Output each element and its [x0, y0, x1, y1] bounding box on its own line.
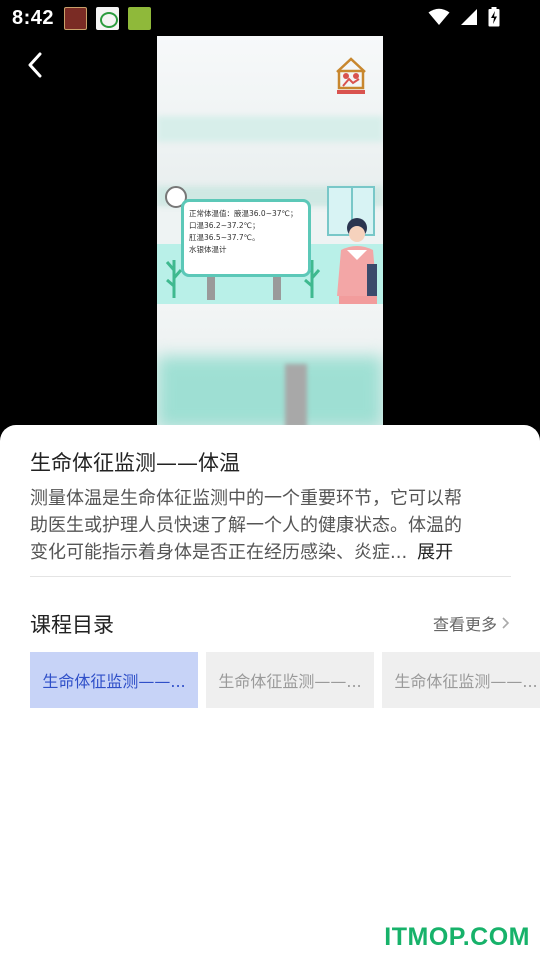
status-bar: 8:42	[0, 0, 540, 36]
signal-icon	[461, 9, 477, 25]
green-app-icon	[128, 6, 152, 30]
floor-blur	[157, 356, 383, 428]
board-leg	[207, 276, 215, 300]
board-line: 口温36.2~37.2℃；	[189, 221, 260, 230]
description-line: 测量体温是生命体征监测中的一个重要环节，它可以帮	[30, 488, 462, 509]
lesson-label: 生命体征监测——...	[394, 672, 538, 691]
wifi-icon	[428, 8, 450, 25]
expand-button[interactable]: 展开	[417, 539, 453, 566]
temperature-info-board: 正常体温值：腋温36.0~37℃； 口温36.2~37.2℃； 肛温36.5~3…	[181, 199, 311, 277]
video-blur-band	[157, 116, 383, 142]
description-line: 变化可能指示着身体是否正在经历感染、炎症... 展开	[30, 539, 514, 566]
divider	[30, 576, 511, 577]
lesson-card-1[interactable]: 生命体征监测——...	[30, 652, 198, 708]
course-logo-icon	[336, 57, 366, 94]
screen: 8:42 正常体温值：腋温36.0~37℃； 口温36.2~37.2℃； 肛温3…	[0, 0, 540, 960]
chevron-left-icon	[28, 52, 42, 78]
see-more-button[interactable]: 查看更多	[433, 611, 510, 635]
description-line: 助医生或护理人员快速了解一个人的健康状态。体温的	[30, 515, 462, 536]
lesson-card-3[interactable]: 生命体征监测——...	[382, 652, 540, 708]
see-more-label: 查看更多	[432, 615, 497, 634]
lesson-label: 生命体征监测——...	[42, 672, 186, 691]
course-detail-sheet: 生命体征监测——体温 测量体温是生命体征监测中的一个重要环节，它可以帮 助医生或…	[0, 425, 540, 960]
lesson-card-2[interactable]: 生命体征监测——...	[206, 652, 374, 708]
course-title: 生命体征监测——体温	[30, 451, 240, 475]
board-line: 肛温36.5~37.7℃。	[189, 233, 260, 242]
lesson-list: 生命体征监测——... 生命体征监测——... 生命体征监测——...	[30, 652, 540, 708]
system-icons	[428, 7, 500, 27]
lesson-label: 生命体征监测——...	[218, 672, 362, 691]
notification-icons	[64, 6, 152, 30]
watermark: ITMOP.COM	[384, 923, 530, 951]
catalog-title: 课程目录	[30, 613, 114, 637]
video-player[interactable]: 正常体温值：腋温36.0~37℃； 口温36.2~37.2℃； 肛温36.5~3…	[157, 36, 383, 428]
chevron-right-icon	[502, 617, 510, 629]
back-button[interactable]	[18, 48, 52, 82]
status-time: 8:42	[12, 6, 55, 29]
battery-charging-icon	[488, 7, 500, 27]
description-line-text: 变化可能指示着身体是否正在经历感染、炎症...	[30, 542, 408, 563]
course-description: 测量体温是生命体征监测中的一个重要环节，它可以帮 助医生或护理人员快速了解一个人…	[30, 485, 514, 566]
yc-app-icon	[96, 6, 120, 30]
app-notification-icon	[64, 6, 88, 30]
board-line: 正常体温值：腋温36.0~37℃；	[189, 209, 298, 218]
board-line: 水银体温计	[189, 245, 227, 254]
blurred-post	[285, 364, 307, 428]
board-leg	[273, 276, 281, 300]
